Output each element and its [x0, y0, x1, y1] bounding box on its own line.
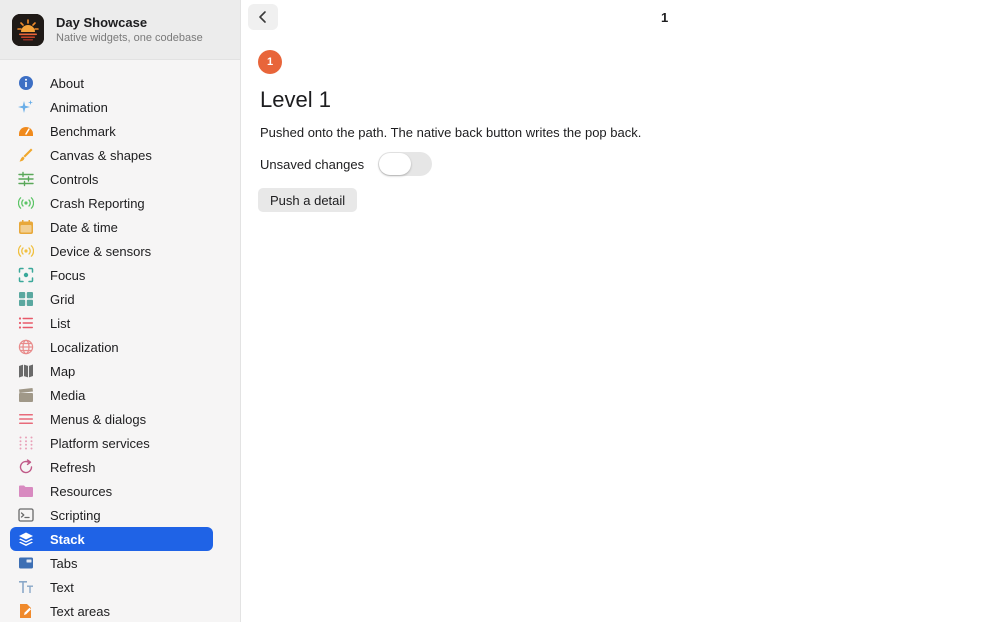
layers-icon — [18, 531, 34, 547]
unsaved-changes-row: Unsaved changes — [260, 152, 433, 176]
sidebar-item-refresh[interactable]: Refresh — [10, 455, 213, 479]
sidebar-item-scripting[interactable]: Scripting — [10, 503, 213, 527]
sidebar-item-menus-and-dialogs[interactable]: Menus & dialogs — [10, 407, 213, 431]
sidebar-item-label: About — [50, 75, 84, 91]
sidebar-item-label: Controls — [50, 171, 99, 187]
push-detail-button[interactable]: Push a detail — [258, 188, 358, 212]
sidebar-item-resources[interactable]: Resources — [10, 479, 213, 503]
list-icon — [18, 315, 34, 331]
paintbrush-icon — [18, 147, 34, 163]
sidebar: Day Showcase Native widgets, one codebas… — [0, 0, 241, 622]
app-subtitle: Native widgets, one codebase — [56, 31, 203, 44]
info-icon — [18, 75, 34, 91]
tabs-icon — [18, 555, 34, 571]
sidebar-header: Day Showcase Native widgets, one codebas… — [0, 0, 240, 60]
sidebar-item-device-and-sensors[interactable]: Device & sensors — [10, 239, 213, 263]
sidebar-item-label: Benchmark — [50, 123, 116, 139]
sidebar-item-text[interactable]: Text — [10, 575, 213, 599]
sidebar-item-list[interactable]: List — [10, 311, 213, 335]
sidebar-item-controls[interactable]: Controls — [10, 167, 213, 191]
sidebar-item-label: Text — [50, 579, 74, 595]
sidebar-item-label: Map — [50, 363, 76, 379]
sidebar-item-label: Media — [50, 387, 86, 403]
map-icon — [18, 363, 34, 379]
folder-icon — [18, 483, 34, 499]
refresh-icon — [18, 459, 34, 475]
app-logo-icon — [12, 13, 44, 46]
sidebar-item-label: Grid — [50, 291, 75, 307]
document-edit-icon — [18, 603, 34, 619]
back-button[interactable] — [248, 4, 278, 30]
clapperboard-icon — [18, 387, 34, 403]
sidebar-item-label: Stack — [50, 531, 85, 547]
sidebar-item-label: Date & time — [50, 219, 118, 235]
sidebar-item-label: Device & sensors — [50, 243, 152, 259]
sidebar-item-label: Refresh — [50, 459, 96, 475]
page-title: Level 1 — [260, 87, 331, 112]
sidebar-item-animation[interactable]: Animation — [10, 95, 213, 119]
sidebar-item-label: Tabs — [50, 555, 78, 571]
description-text: Pushed onto the path. The native back bu… — [260, 125, 642, 140]
text-icon — [18, 579, 34, 595]
sidebar-item-label: List — [50, 315, 71, 331]
sidebar-item-label: Localization — [50, 339, 119, 355]
sidebar-item-tabs[interactable]: Tabs — [10, 551, 213, 575]
chevron-left-icon — [259, 11, 266, 23]
sidebar-item-media[interactable]: Media — [10, 383, 213, 407]
unsaved-changes-toggle[interactable] — [378, 152, 433, 176]
sidebar-item-crash-reporting[interactable]: Crash Reporting — [10, 191, 213, 215]
sidebar-item-focus[interactable]: Focus — [10, 263, 213, 287]
globe-icon — [18, 339, 34, 355]
sidebar-nav: About Animation Benchmark Canvas & shapes Co… — [10, 71, 213, 622]
sidebar-item-grid[interactable]: Grid — [10, 287, 213, 311]
toggle-knob — [379, 153, 412, 175]
focus-icon — [18, 267, 34, 283]
grid-icon — [18, 291, 34, 307]
sidebar-item-label: Platform services — [50, 435, 150, 451]
speedometer-icon — [18, 123, 34, 139]
menu-icon — [18, 411, 34, 427]
navigation-title: 1 — [661, 10, 669, 25]
sliders-icon — [18, 171, 34, 187]
dots-grid-icon — [18, 435, 34, 451]
calendar-icon — [18, 219, 34, 235]
main-content: 1 1 Level 1 Pushed onto the path. The na… — [241, 0, 1000, 622]
broadcast-icon — [18, 195, 34, 211]
sidebar-item-localization[interactable]: Localization — [10, 335, 213, 359]
sidebar-item-label: Resources — [50, 483, 113, 499]
app-window: Day Showcase Native widgets, one codebas… — [0, 0, 1000, 622]
sidebar-item-platform-services[interactable]: Platform services — [10, 431, 213, 455]
app-title: Day Showcase — [56, 14, 148, 30]
sidebar-item-label: Crash Reporting — [50, 195, 145, 211]
sidebar-item-label: Scripting — [50, 507, 101, 523]
sensor-icon — [18, 243, 34, 259]
sidebar-item-benchmark[interactable]: Benchmark — [10, 119, 213, 143]
sidebar-item-about[interactable]: About — [10, 71, 213, 95]
toggle-label: Unsaved changes — [260, 156, 365, 172]
sidebar-item-text-areas[interactable]: Text areas — [10, 599, 213, 622]
sidebar-item-label: Animation — [50, 99, 108, 115]
level-badge: 1 — [258, 50, 282, 74]
sidebar-item-map[interactable]: Map — [10, 359, 213, 383]
sidebar-item-stack[interactable]: Stack — [10, 527, 213, 551]
sidebar-item-label: Text areas — [50, 603, 110, 619]
sidebar-item-canvas-and-shapes[interactable]: Canvas & shapes — [10, 143, 213, 167]
sidebar-item-label: Focus — [50, 267, 86, 283]
sidebar-item-label: Menus & dialogs — [50, 411, 147, 427]
sidebar-item-date-and-time[interactable]: Date & time — [10, 215, 213, 239]
terminal-icon — [18, 507, 34, 523]
sidebar-item-label: Canvas & shapes — [50, 147, 152, 163]
sparkles-icon — [18, 99, 34, 115]
